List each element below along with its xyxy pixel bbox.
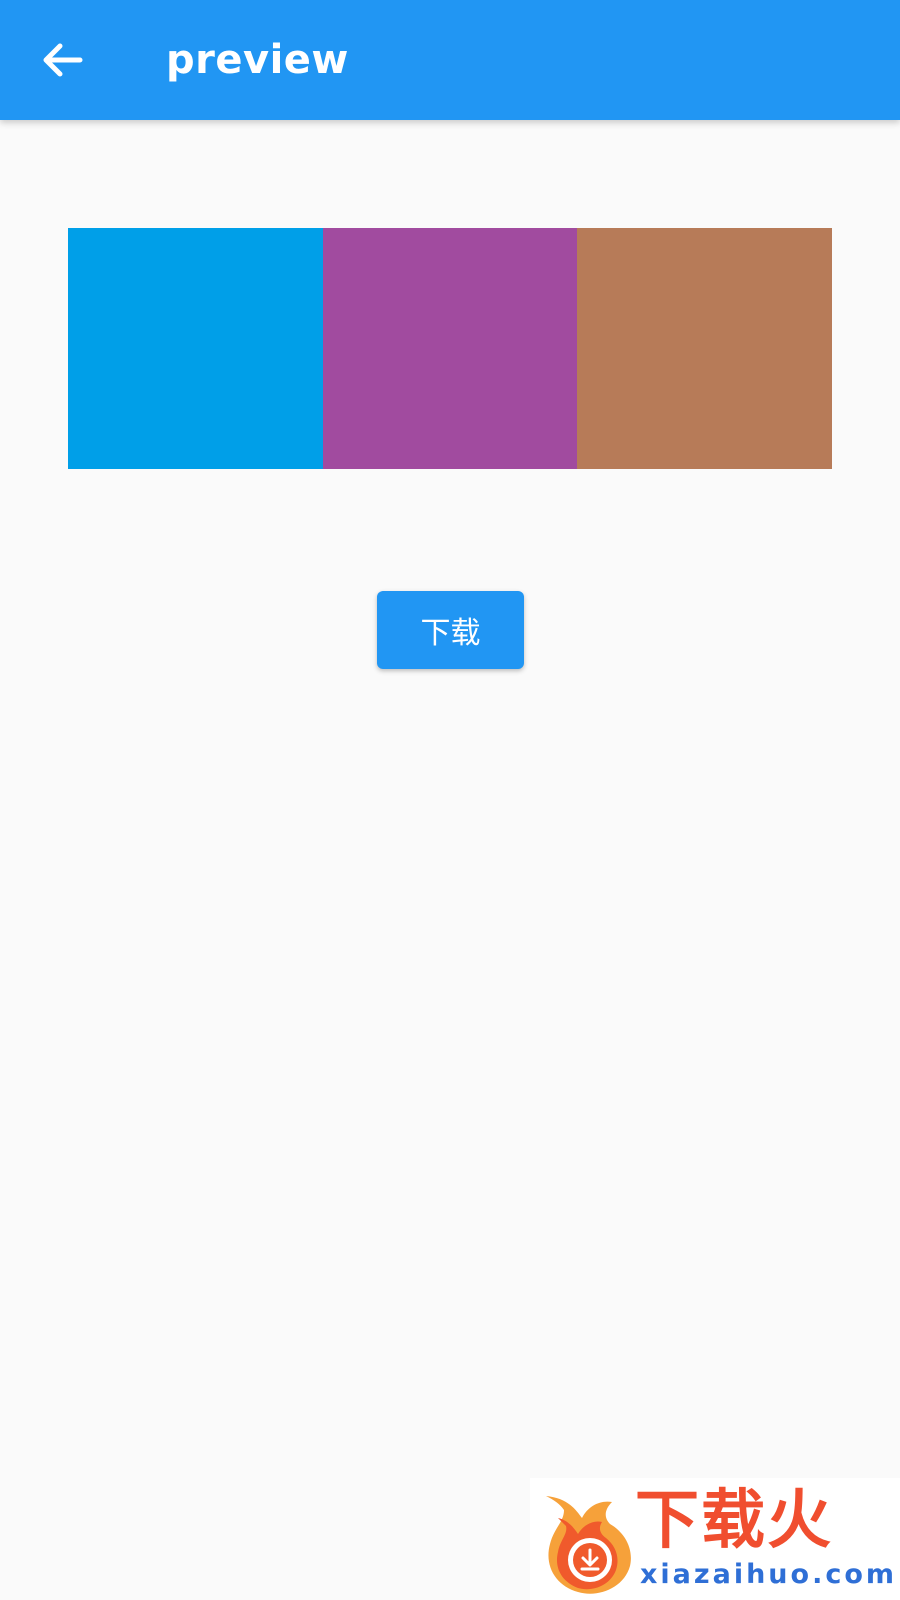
page-title: preview bbox=[166, 37, 349, 83]
back-button[interactable] bbox=[30, 30, 94, 90]
color-swatch-1 bbox=[68, 228, 323, 469]
arrow-back-icon bbox=[43, 43, 83, 77]
color-preview-strip bbox=[68, 228, 833, 469]
color-swatch-2 bbox=[322, 228, 578, 469]
download-button[interactable]: 下载 bbox=[377, 591, 524, 669]
app-bar: preview bbox=[0, 0, 900, 120]
watermark-logo: 下载火 xiazaihuo.com bbox=[530, 1478, 900, 1600]
color-swatch-3 bbox=[577, 228, 833, 469]
flame-download-icon bbox=[546, 1496, 631, 1594]
